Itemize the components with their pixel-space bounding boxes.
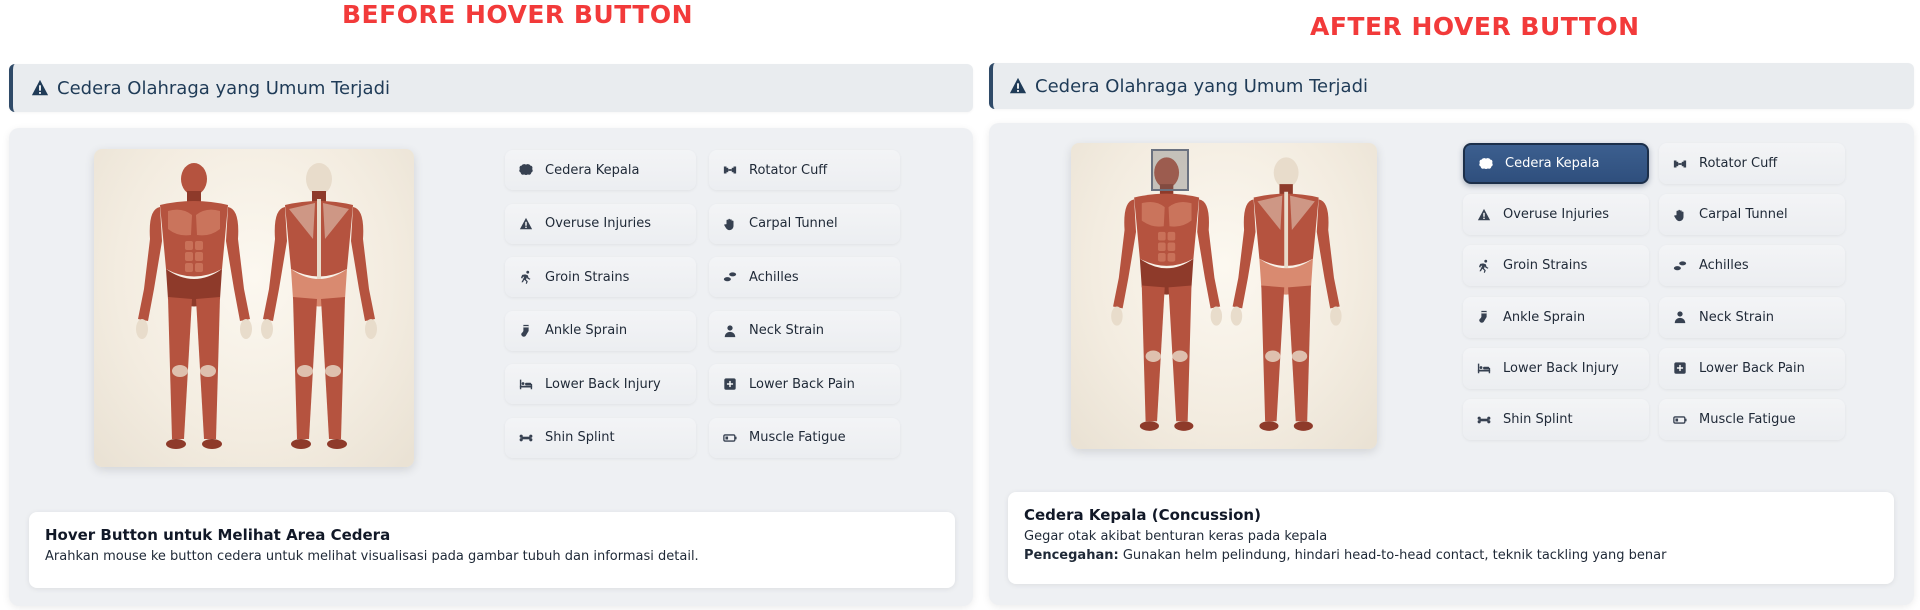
injury-button-lower-back-pain[interactable]: Lower Back Pain (709, 364, 900, 404)
plus-square-icon (1673, 361, 1687, 375)
bed-icon (519, 377, 533, 391)
injury-button-label: Ankle Sprain (545, 323, 628, 338)
sock-icon (1477, 310, 1491, 324)
hand-icon (723, 217, 737, 231)
injury-button-groin-strains[interactable]: Groin Strains (505, 257, 696, 297)
bed-icon (1477, 361, 1491, 375)
injury-button-carpal-tunnel[interactable]: Carpal Tunnel (709, 203, 900, 244)
injury-button-label: Cedera Kepala (545, 162, 640, 178)
injury-button-lower-back-injury[interactable]: Lower Back Injury (505, 364, 696, 404)
section-title: Cedera Olahraga yang Umum Terjadi (57, 77, 390, 99)
injury-button-label: Lower Back Pain (1699, 360, 1805, 376)
info-card-text: Gegar otak akibat benturan keras pada ke… (1024, 529, 1328, 544)
injury-button-overuse-injuries[interactable]: Overuse Injuries (505, 203, 696, 244)
prevention-text: Pencegahan: Gunakan helm pelindung, hind… (1024, 547, 1878, 566)
anatomy-back-figure (261, 163, 377, 449)
injury-button-label: Rotator Cuff (1699, 156, 1778, 171)
warning-icon (519, 217, 533, 231)
injury-button-label: Ankle Sprain (1503, 309, 1586, 325)
injury-button-overuse-injuries[interactable]: Overuse Injuries (1463, 194, 1649, 236)
before-state-label: BEFORE HOVER BUTTON (342, 0, 694, 29)
injury-button-label: Muscle Fatigue (749, 430, 846, 445)
info-card-after: Cedera Kepala (Concussion) Gegar otak ak… (1008, 492, 1894, 584)
injury-button-neck-strain[interactable]: Neck Strain (1659, 296, 1845, 338)
brain-icon (519, 163, 533, 177)
shoe-prints-icon (1673, 259, 1687, 273)
injury-button-label: Muscle Fatigue (1699, 412, 1796, 427)
injury-button-achilles[interactable]: Achilles (1659, 245, 1845, 287)
bone-icon (1477, 413, 1491, 427)
warning-triangle-icon (1009, 77, 1027, 95)
injury-button-cedera-kepala[interactable]: Cedera Kepala (505, 150, 696, 190)
injury-button-muscle-fatigue[interactable]: Muscle Fatigue (709, 417, 900, 458)
injury-button-label: Neck Strain (749, 323, 825, 338)
anatomy-back-figure (1230, 157, 1342, 431)
head-highlight-overlay (1151, 149, 1189, 191)
prevention-detail: Gunakan helm pelindung, hindari head-to-… (1118, 547, 1667, 563)
info-card-text: Arahkan mouse ke button cedera untuk mel… (45, 549, 699, 564)
injury-button-label: Achilles (1699, 258, 1749, 274)
battery-low-icon (1673, 413, 1687, 427)
injury-button-rotator-cuff[interactable]: Rotator Cuff (1659, 143, 1845, 184)
injury-button-lower-back-pain[interactable]: Lower Back Pain (1659, 347, 1845, 389)
info-card-title: Cedera Kepala (Concussion) (1024, 506, 1261, 524)
anatomy-front-figure (136, 163, 252, 449)
injury-button-cedera-kepala[interactable]: Cedera Kepala (1463, 143, 1649, 184)
injury-button-ankle-sprain[interactable]: Ankle Sprain (505, 310, 696, 351)
injury-button-label: Groin Strains (545, 269, 630, 285)
section-header-after: Cedera Olahraga yang Umum Terjadi (989, 63, 1914, 109)
info-card-before: Hover Button untuk Melihat Area Cedera A… (29, 512, 955, 588)
injury-button-label: Lower Back Pain (749, 376, 855, 392)
plus-square-icon (723, 377, 737, 391)
injury-button-lower-back-injury[interactable]: Lower Back Injury (1463, 347, 1649, 389)
injury-button-muscle-fatigue[interactable]: Muscle Fatigue (1659, 399, 1845, 440)
warning-icon (1477, 208, 1491, 222)
info-card-title: Hover Button untuk Melihat Area Cedera (45, 526, 391, 544)
section-header-before: Cedera Olahraga yang Umum Terjadi (9, 64, 973, 112)
injury-button-shin-splint[interactable]: Shin Splint (505, 417, 696, 458)
injury-button-label: Shin Splint (1503, 412, 1573, 427)
injury-button-rotator-cuff[interactable]: Rotator Cuff (709, 150, 900, 190)
dumbbell-icon (723, 163, 737, 177)
user-icon (1673, 310, 1687, 324)
shoe-prints-icon (723, 270, 737, 284)
section-title: Cedera Olahraga yang Umum Terjadi (1035, 75, 1368, 97)
dumbbell-icon (1673, 157, 1687, 171)
injury-button-label: Neck Strain (1699, 309, 1775, 325)
injury-button-label: Shin Splint (545, 430, 615, 445)
injury-button-label: Carpal Tunnel (749, 216, 838, 231)
injury-button-label: Achilles (749, 269, 799, 285)
prevention-label: Pencegahan: (1024, 547, 1119, 563)
injury-button-groin-strains[interactable]: Groin Strains (1463, 245, 1649, 287)
battery-low-icon (723, 431, 737, 445)
brain-icon (1479, 157, 1493, 171)
injury-button-label: Overuse Injuries (545, 216, 652, 231)
injury-button-label: Lower Back Injury (1503, 360, 1619, 376)
anatomy-front-figure (1111, 157, 1223, 431)
injury-button-neck-strain[interactable]: Neck Strain (709, 310, 900, 351)
injury-button-label: Carpal Tunnel (1699, 207, 1788, 223)
injury-button-ankle-sprain[interactable]: Ankle Sprain (1463, 296, 1649, 338)
injury-button-achilles[interactable]: Achilles (709, 257, 900, 297)
bone-icon (519, 431, 533, 445)
sock-icon (519, 324, 533, 338)
injury-button-label: Groin Strains (1503, 258, 1588, 274)
warning-triangle-icon (31, 79, 49, 97)
running-icon (1477, 259, 1491, 273)
user-icon (723, 324, 737, 338)
running-icon (519, 270, 533, 284)
after-state-label: AFTER HOVER BUTTON (1310, 12, 1640, 41)
injury-button-label: Overuse Injuries (1503, 207, 1610, 223)
injury-button-label: Cedera Kepala (1505, 156, 1600, 171)
injury-button-label: Rotator Cuff (749, 162, 828, 178)
injury-button-carpal-tunnel[interactable]: Carpal Tunnel (1659, 194, 1845, 236)
anatomy-body-image-after (1071, 143, 1377, 449)
hand-icon (1673, 208, 1687, 222)
injury-button-shin-splint[interactable]: Shin Splint (1463, 399, 1649, 440)
anatomy-body-image-before (94, 149, 414, 467)
injury-button-label: Lower Back Injury (545, 376, 661, 392)
